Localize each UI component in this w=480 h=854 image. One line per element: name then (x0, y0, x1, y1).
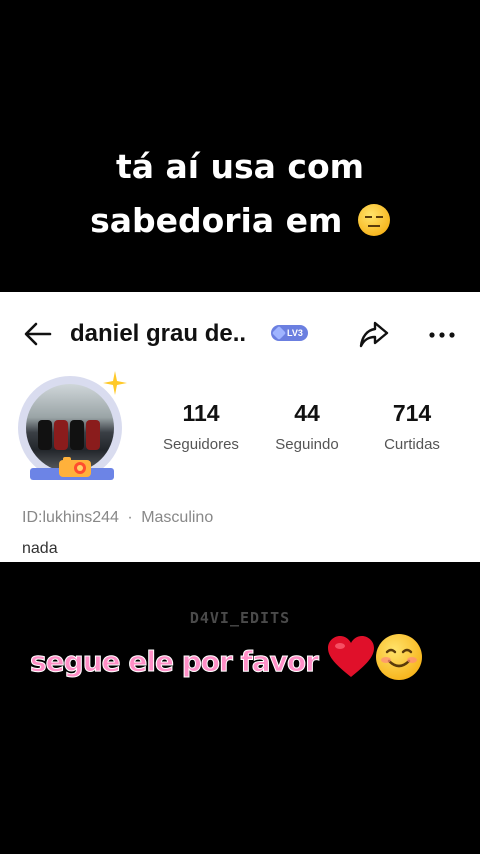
stat-label: Curtidas (384, 436, 440, 453)
profile-bio: nada (22, 540, 58, 557)
more-icon[interactable] (428, 318, 456, 350)
stat-followers[interactable]: 114 Seguidores (146, 400, 256, 453)
watermark: D4VI_EDITS (189, 609, 291, 627)
profile-topbar: daniel grau de.. LV3 (0, 314, 480, 354)
level-badge: LV3 (271, 325, 308, 341)
profile-id-line: ID:lukhins244 · Masculino (22, 509, 213, 527)
caption-line-1: tá aí usa com (115, 147, 365, 186)
caption-line-2: sabedoria em (0, 194, 480, 248)
neutral-face-emoji-icon (357, 204, 390, 236)
top-caption: tá aí usa com sabedoria em (0, 140, 480, 248)
stat-value: 114 (182, 400, 220, 426)
separator-dot: · (127, 509, 133, 526)
stat-label: Seguidores (163, 436, 239, 453)
camera-icon (59, 457, 91, 477)
profile-panel: daniel grau de.. LV3 114 Seguidores 44 S… (0, 292, 480, 562)
stat-likes[interactable]: 714 Curtidas (357, 400, 467, 453)
bottom-caption: segue ele por favor (30, 645, 320, 679)
smiling-face-emoji-icon (376, 634, 422, 680)
avatar[interactable] (14, 370, 130, 486)
share-icon[interactable] (358, 318, 390, 350)
stat-following[interactable]: 44 Seguindo (252, 400, 362, 453)
profile-username: daniel grau de.. (70, 320, 247, 347)
profile-gender: Masculino (141, 509, 214, 526)
back-arrow-icon[interactable] (22, 318, 54, 350)
stat-label: Seguindo (275, 436, 339, 453)
profile-id[interactable]: ID:lukhins244 (22, 509, 119, 526)
caption-line-2-text: sabedoria em (90, 201, 343, 240)
stat-value: 44 (294, 400, 320, 426)
heart-emoji-icon (328, 636, 374, 677)
stat-value: 714 (392, 400, 432, 426)
sparkle-icon (103, 371, 127, 395)
